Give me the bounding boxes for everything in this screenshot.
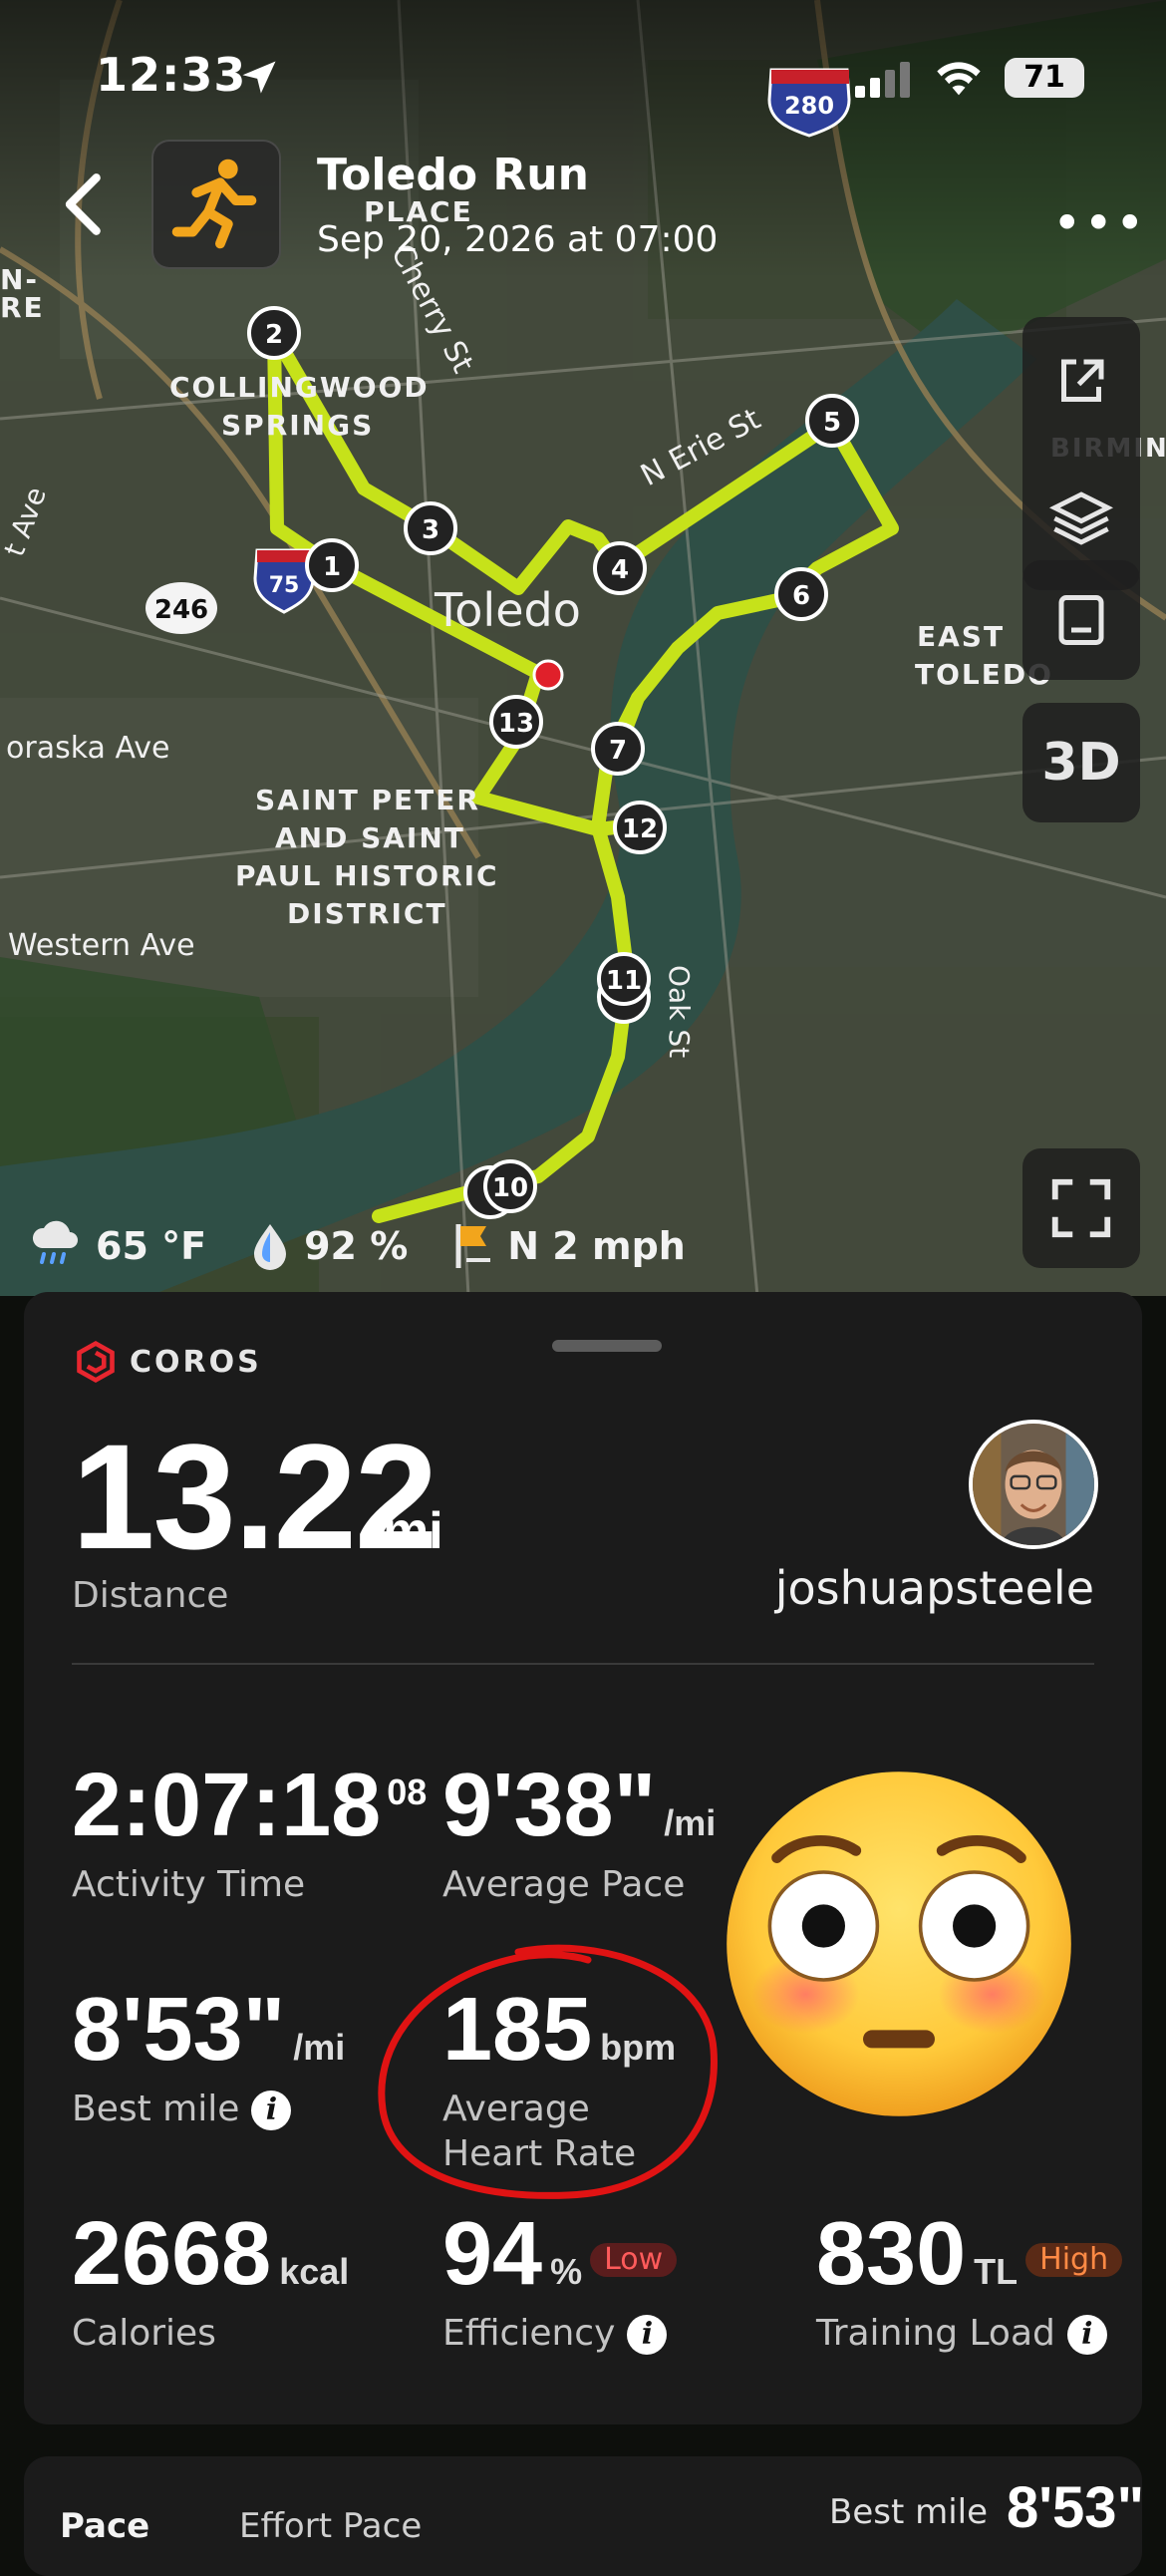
wind-flag-icon	[455, 1224, 491, 1268]
svg-text:4: 4	[611, 555, 629, 585]
activity-type-tile	[151, 140, 281, 269]
mile-marker-1[interactable]: 1	[305, 538, 359, 592]
map-legend-button[interactable]	[1022, 560, 1140, 680]
map-label-saint-peter: SAINT PETER	[255, 784, 480, 816]
stat-calories: 2668 kcal Calories	[72, 2204, 350, 2354]
best-mile-summary-label: Best mile	[829, 2492, 989, 2532]
distance-unit: mi	[383, 1502, 443, 1560]
wind: N 2 mph	[507, 1224, 686, 1268]
coros-logo-icon	[77, 1341, 115, 1383]
mile-marker-2[interactable]: 2	[247, 306, 301, 360]
svg-text:13: 13	[498, 709, 534, 739]
best-mile-info-icon[interactable]: i	[251, 2091, 292, 2130]
map-label-springs: SPRINGS	[221, 409, 374, 442]
battery-indicator: 71	[1005, 58, 1084, 98]
wifi-icon	[937, 62, 981, 96]
mile-marker-5[interactable]: 5	[805, 394, 859, 448]
svg-text:7: 7	[609, 736, 627, 766]
svg-text:12: 12	[622, 814, 658, 844]
mile-marker-7[interactable]: 7	[591, 722, 645, 776]
divider	[72, 1663, 1094, 1665]
mile-marker-11[interactable]: 11	[597, 952, 651, 1024]
layers-icon	[1049, 491, 1113, 545]
rain-cloud-icon	[32, 1220, 78, 1264]
map-label-re: RE	[0, 291, 45, 324]
map-label-toledo: Toledo	[434, 583, 581, 637]
tab-pace[interactable]: Pace	[60, 2506, 149, 2546]
share-button[interactable]	[1022, 317, 1140, 447]
location-arrow-icon	[242, 61, 276, 94]
distance-value: 13.22	[72, 1413, 437, 1580]
stat-average-pace: 9'38"/mi Average Pace	[442, 1756, 717, 1905]
activity-title: Toledo Run	[317, 150, 589, 200]
avatar-portrait	[973, 1424, 1094, 1545]
3d-view-button[interactable]: 3D	[1022, 703, 1140, 822]
svg-text:5: 5	[823, 408, 841, 438]
map-label-western: Western Ave	[8, 928, 195, 963]
share-icon	[1061, 359, 1104, 402]
svg-text:6: 6	[792, 581, 810, 611]
map-label-district: DISTRICT	[287, 897, 447, 930]
mile-marker-6[interactable]: 6	[774, 567, 828, 621]
map-label-and-saint: AND SAINT	[275, 821, 465, 854]
avatar[interactable]	[969, 1420, 1098, 1549]
status-time: 12:33	[96, 48, 247, 102]
weather-row: 65 °F 92 % N 2 mph	[28, 1218, 716, 1274]
svg-text:246: 246	[154, 595, 208, 625]
svg-text:3: 3	[422, 515, 439, 545]
cellular-signal-icon	[855, 62, 910, 98]
chart-card: Pace Effort Pace Best mile 8'53"	[24, 2456, 1145, 2576]
map-label-collingwood: COLLINGWOOD	[169, 371, 430, 404]
fullscreen-icon	[1051, 1178, 1111, 1238]
more-options-button[interactable]: •••	[1052, 194, 1146, 252]
mile-marker-13[interactable]: 13	[489, 695, 543, 749]
flushed-face-emoji	[727, 1771, 1071, 2116]
stat-activity-time: 2:07:18 08 Activity Time	[72, 1756, 428, 1905]
svg-text:75: 75	[269, 573, 300, 598]
best-mile-summary-value: 8'53"	[1007, 2475, 1145, 2540]
back-button[interactable]	[60, 169, 110, 239]
mile-marker-4[interactable]: 4	[593, 541, 647, 595]
svg-text:11: 11	[606, 966, 642, 996]
activity-datetime: Sep 20, 2026 at 07:00	[317, 219, 719, 260]
running-person-icon	[171, 159, 257, 249]
svg-text:10: 10	[492, 1173, 528, 1203]
training-load-high-badge: High	[1025, 2243, 1123, 2278]
humidity-drop-icon	[254, 1224, 287, 1270]
coros-logo: COROS	[74, 1340, 262, 1384]
username[interactable]: joshuapsteele	[24, 1561, 1094, 1615]
svg-text:1: 1	[323, 552, 341, 582]
mile-marker-10[interactable]: 10	[463, 1159, 537, 1219]
current-location-dot	[532, 659, 564, 691]
training-load-info-icon[interactable]: i	[1066, 2315, 1107, 2355]
efficiency-low-badge: Low	[590, 2243, 678, 2278]
3d-label: 3D	[1041, 733, 1121, 793]
tab-effort-pace[interactable]: Effort Pace	[239, 2506, 422, 2546]
efficiency-info-icon[interactable]: i	[627, 2315, 668, 2355]
route-246-shield: 246	[146, 582, 217, 634]
humidity: 92 %	[304, 1224, 409, 1268]
map-label-paul-historic: PAUL HISTORIC	[235, 859, 499, 892]
map-label-nebraska: oraska Ave	[6, 731, 169, 766]
drag-handle[interactable]	[552, 1340, 662, 1352]
book-icon	[1058, 595, 1104, 645]
fullscreen-button[interactable]	[1022, 1148, 1140, 1268]
mile-marker-12[interactable]: 12	[613, 801, 667, 854]
svg-text:2: 2	[265, 320, 283, 350]
status-bar: 12:33 71	[0, 0, 1166, 150]
temperature: 65 °F	[96, 1224, 207, 1268]
heart-rate-annotation-circle	[378, 1944, 718, 2199]
mile-marker-3[interactable]: 3	[404, 501, 457, 555]
stat-best-mile: 8'53"/mi Best mile i	[72, 1980, 346, 2130]
map-label-oak: Oak St	[663, 965, 696, 1058]
stat-training-load: 830 TL High Training Load i	[816, 2209, 1123, 2356]
stat-efficiency: 94% Low Efficiency i	[442, 2209, 678, 2356]
map-label-east: EAST	[917, 620, 1005, 653]
